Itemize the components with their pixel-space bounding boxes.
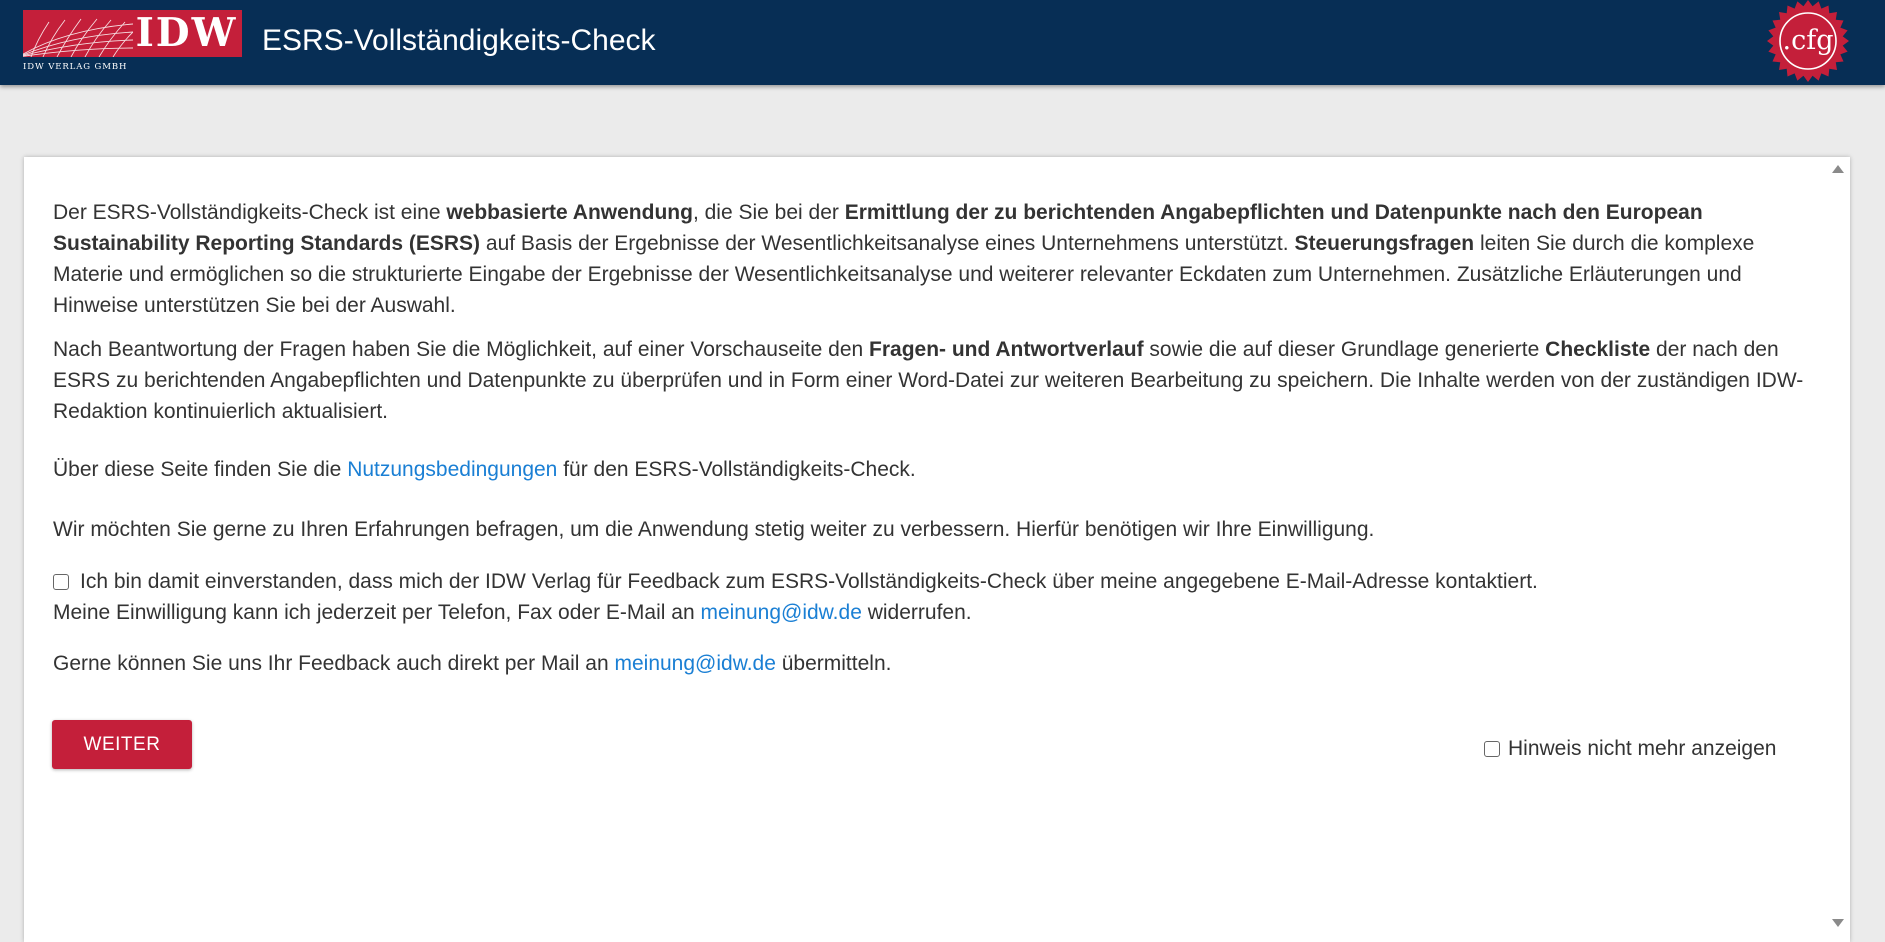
globe-grid-icon (23, 18, 133, 57)
mail-text-before: Gerne können Sie uns Ihr Feedback auch d… (53, 652, 615, 675)
idw-logo[interactable]: IDW IDW VERLAG GMBH (23, 10, 242, 73)
consent-block: Ich bin damit einverstanden, dass mich d… (53, 566, 1693, 628)
consent-email-link[interactable]: meinung@idw.de (700, 601, 861, 624)
continue-button[interactable]: WEITER (52, 720, 192, 769)
intro-paragraph-1: Der ESRS-Vollständigkeits-Check ist eine… (53, 197, 1813, 321)
cfg-badge[interactable]: .cfg (1766, 0, 1850, 82)
consent-revoke-after: widerrufen. (861, 601, 972, 624)
terms-paragraph: Über diese Seite finden Sie die Nutzungs… (53, 454, 1813, 485)
hide-hint-label[interactable]: Hinweis nicht mehr anzeigen (1508, 737, 1776, 760)
terms-text-after: für den ESRS-Vollständigkeits-Check. (557, 458, 916, 481)
consent-revoke-text: Meine Einwilligung kann ich jederzeit pe… (53, 597, 1693, 628)
hide-hint-option[interactable]: Hinweis nicht mehr anzeigen (1484, 735, 1776, 763)
app-title: ESRS-Vollständigkeits-Check (262, 24, 656, 57)
terms-of-use-link[interactable]: Nutzungsbedingungen (347, 458, 557, 481)
paragraph-text: Der ESRS-Vollständigkeits-Check ist eine (53, 201, 447, 224)
cfg-badge-text: .cfg (1782, 25, 1834, 56)
paragraph-text: , die Sie bei der (692, 201, 845, 224)
hide-hint-checkbox[interactable] (1484, 741, 1500, 757)
emphasis-text: webbasierte Anwendung (446, 201, 693, 224)
feedback-request-text: Wir möchten Sie gerne zu Ihren Erfahrung… (53, 518, 1375, 541)
paragraph-text: sowie die auf dieser Grundlage generiert… (1143, 338, 1546, 361)
mail-text-after: übermitteln. (775, 652, 892, 675)
consent-revoke-before: Meine Einwilligung kann ich jederzeit pe… (53, 601, 701, 624)
emphasis-text: Checkliste (1545, 338, 1651, 361)
emphasis-text: Fragen- und Antwortverlauf (869, 338, 1144, 361)
terms-text-before: Über diese Seite finden Sie die (53, 458, 348, 481)
scroll-up-arrow-icon[interactable] (1832, 165, 1844, 173)
mail-feedback-paragraph: Gerne können Sie uns Ihr Feedback auch d… (53, 648, 1813, 679)
app-header: IDW IDW VERLAG GMBH ESRS-Vollständigkeit… (0, 0, 1885, 85)
logo-wordmark: IDW (135, 10, 238, 56)
consent-label[interactable]: Ich bin damit einverstanden, dass mich d… (80, 570, 1538, 593)
feedback-email-link[interactable]: meinung@idw.de (614, 652, 775, 675)
paragraph-text: auf Basis der Ergebnisse der Wesentlichk… (480, 232, 1295, 255)
intro-paragraph-2: Nach Beantwortung der Fragen haben Sie d… (53, 334, 1813, 427)
consent-checkbox[interactable] (53, 574, 69, 590)
emphasis-text: Steuerungsfragen (1294, 232, 1475, 255)
logo-subtitle: IDW VERLAG GMBH (23, 62, 128, 72)
paragraph-text: Nach Beantwortung der Fragen haben Sie d… (53, 338, 870, 361)
scroll-down-arrow-icon[interactable] (1832, 919, 1844, 927)
logo-box: IDW (23, 10, 242, 57)
